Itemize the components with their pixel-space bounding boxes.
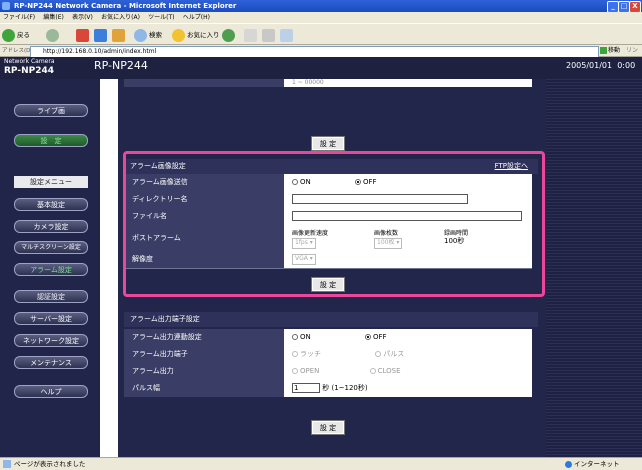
output-terminal-label: アラーム出力端子 <box>124 346 284 363</box>
menu-edit[interactable]: 編集(E) <box>43 14 63 21</box>
nav-multiscreen-button[interactable]: マルチスクリーン設定 <box>14 241 88 254</box>
address-url: http://192.168.0.10/admin/index.html <box>43 48 157 55</box>
output-link-label: アラーム出力連動設定 <box>124 329 284 346</box>
menu-tools[interactable]: ツール(T) <box>148 14 174 21</box>
menu-favorites[interactable]: お気に入り(A) <box>101 14 140 21</box>
nav-setup-button[interactable]: 設 定 <box>14 134 88 147</box>
address-label: アドレス(D) <box>2 48 33 54</box>
refresh-icon <box>94 28 107 42</box>
output-link-on-radio[interactable]: ON <box>292 333 311 341</box>
nav-maintenance-button[interactable]: メンテナンス <box>14 356 88 369</box>
history-button[interactable] <box>222 27 237 43</box>
alarm-output-value: OPEN CLOSE <box>284 363 532 380</box>
stop-button[interactable] <box>76 27 91 43</box>
nav-auth-button[interactable]: 認証設定 <box>14 290 88 303</box>
forward-button[interactable] <box>46 27 61 43</box>
output-link-value: ON OFF <box>284 329 532 346</box>
nav-help-button[interactable]: ヘルプ <box>14 385 88 398</box>
output-link-row: アラーム出力連動設定 ON OFF <box>124 329 532 347</box>
output-link-off-radio[interactable]: OFF <box>364 333 387 341</box>
highlight-box <box>123 151 545 297</box>
window-titlebar: RP-NP244 Network Camera - Microsoft Inte… <box>0 0 642 12</box>
left-nav: ライブ画 設 定 設定メニュー 基本設定 カメラ設定 マルチスクリーン設定 アラ… <box>0 79 100 457</box>
partial-row-label <box>124 79 284 87</box>
nav-alarm-button[interactable]: アラーム設定 <box>14 263 88 276</box>
alarm-output-row: アラーム出力 OPEN CLOSE <box>124 363 532 381</box>
set-button-alarm-output[interactable]: 設 定 <box>311 420 345 435</box>
brand-model: RP-NP244 <box>4 66 55 76</box>
search-button[interactable]: 検索 <box>134 27 162 43</box>
print-button[interactable] <box>262 27 277 43</box>
open-radio[interactable]: OPEN <box>292 367 319 375</box>
window-title: RP-NP244 Network Camera - Microsoft Inte… <box>14 2 237 10</box>
nav-network-button[interactable]: ネットワーク設定 <box>14 334 88 347</box>
nav-live-button[interactable]: ライブ画 <box>14 104 88 117</box>
stop-icon <box>76 28 89 42</box>
favorites-label: お気に入り <box>187 31 220 39</box>
ie-logo-icon <box>2 2 10 10</box>
edit-button[interactable] <box>280 27 295 43</box>
go-label: 移動 <box>608 47 621 54</box>
home-icon <box>112 28 125 42</box>
set-button-top[interactable]: 設 定 <box>311 136 345 151</box>
nav-server-button[interactable]: サーバー設定 <box>14 312 88 325</box>
nav-menu-label: 設定メニュー <box>14 176 88 188</box>
address-bar: アドレス(D) http://192.168.0.10/admin/index.… <box>0 45 642 64</box>
menu-view[interactable]: 表示(V) <box>72 14 93 21</box>
pulse-width-label: パルス幅 <box>124 380 284 397</box>
pulse-width-value: 1 秒 (1~120秒) <box>284 380 532 397</box>
datetime-display: 2005/01/01 0:00 <box>566 61 636 70</box>
close-button[interactable]: X <box>629 1 641 12</box>
mail-button[interactable] <box>244 27 259 43</box>
favorites-button[interactable]: お気に入り <box>172 27 220 43</box>
back-button[interactable]: 戻る <box>2 27 30 43</box>
search-icon <box>134 28 147 42</box>
status-text: ページが表示されました <box>14 460 86 468</box>
home-button[interactable] <box>112 27 127 43</box>
browser-toolbar: 戻る 検索 お気に入り <box>0 23 642 45</box>
menu-help[interactable]: ヘルプ(H) <box>183 14 210 21</box>
pulse-width-unit: 秒 (1~120秒) <box>322 384 368 392</box>
print-icon <box>262 28 275 42</box>
nav-basic-button[interactable]: 基本設定 <box>14 198 88 211</box>
menu-file[interactable]: ファイル(F) <box>3 14 35 21</box>
internet-globe-icon <box>565 460 572 468</box>
menu-bar: ファイル(F) 編集(E) 表示(V) お気に入り(A) ツール(T) ヘルプ(… <box>0 12 642 23</box>
page-icon <box>3 460 11 468</box>
search-label: 検索 <box>149 31 162 39</box>
history-icon <box>222 28 235 42</box>
back-label: 戻る <box>17 31 30 39</box>
mail-icon <box>244 28 257 42</box>
latch-radio[interactable]: ラッチ <box>292 350 321 358</box>
go-arrow-icon <box>600 47 607 54</box>
nav-camera-button[interactable]: カメラ設定 <box>14 220 88 233</box>
output-terminal-value: ラッチ パルス <box>284 346 532 363</box>
pulse-width-row: パルス幅 1 秒 (1~120秒) <box>124 380 532 397</box>
status-bar: ページが表示されました インターネット <box>0 457 642 470</box>
camera-header: Network Camera RP-NP244 RP-NP244 2005/01… <box>0 57 642 79</box>
pulse-radio[interactable]: パルス <box>375 350 404 358</box>
output-terminal-row: アラーム出力端子 ラッチ パルス <box>124 346 532 364</box>
pulse-width-input[interactable]: 1 <box>292 383 320 393</box>
alarm-output-title: アラーム出力端子設定 <box>124 312 538 327</box>
right-stripe <box>546 79 642 457</box>
close-radio[interactable]: CLOSE <box>369 367 401 375</box>
partial-row: 1 ~ 00000 <box>124 79 532 87</box>
zone-text: インターネット <box>574 460 620 468</box>
model-title: RP-NP244 <box>94 59 148 72</box>
refresh-button[interactable] <box>94 27 109 43</box>
forward-arrow-icon <box>46 28 59 42</box>
go-button[interactable]: 移動 <box>600 46 620 56</box>
alarm-output-label: アラーム出力 <box>124 363 284 380</box>
star-icon <box>172 28 185 42</box>
edit-icon <box>280 28 293 42</box>
zone-indicator: インターネット <box>565 458 620 470</box>
partial-row-value: 1 ~ 00000 <box>284 79 532 87</box>
back-arrow-icon <box>2 28 15 42</box>
